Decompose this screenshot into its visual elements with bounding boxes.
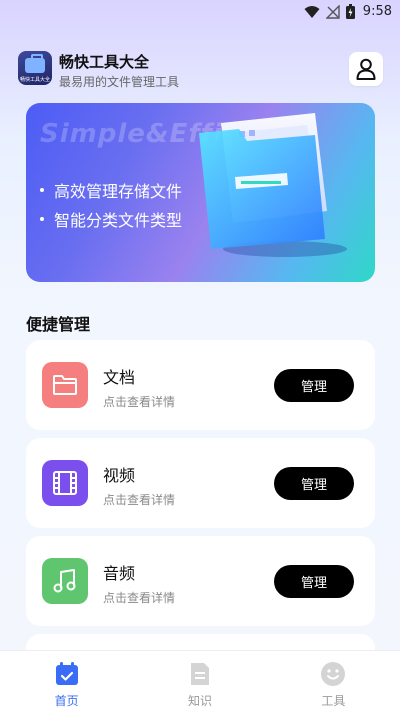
card-title: 视频 bbox=[103, 466, 136, 485]
card-title: 音频 bbox=[103, 564, 136, 583]
app-logo-caption: 畅快工具大全 bbox=[19, 77, 50, 83]
wifi-icon bbox=[304, 5, 320, 18]
folder-illustration bbox=[199, 113, 347, 257]
banner-feature-text: 智能分类文件类型 bbox=[54, 211, 183, 230]
bullet-dot bbox=[40, 188, 44, 192]
profile-button[interactable] bbox=[349, 52, 383, 86]
video-category-icon bbox=[42, 460, 88, 506]
banner-feature-2: 智能分类文件类型 bbox=[40, 207, 182, 231]
app-logo: 畅快工具大全 bbox=[18, 51, 52, 85]
nav-item-home[interactable]: 首页 bbox=[0, 651, 133, 712]
category-card-document[interactable]: 文档 点击查看详情 管理 bbox=[26, 340, 375, 430]
card-description: 点击查看详情 bbox=[103, 493, 176, 507]
card-description: 点击查看详情 bbox=[103, 395, 176, 409]
banner-feature-1: 高效管理存储文件 bbox=[40, 178, 182, 202]
status-icons: 9:58 bbox=[304, 4, 392, 19]
briefcase-icon bbox=[25, 54, 45, 73]
manage-button[interactable]: 管理 bbox=[274, 467, 354, 500]
bullet-dot bbox=[40, 217, 44, 221]
nav-label: 工具 bbox=[321, 694, 346, 708]
music-note-icon bbox=[53, 569, 76, 593]
audio-category-icon bbox=[42, 558, 88, 604]
nav-item-knowledge[interactable]: 知识 bbox=[133, 651, 266, 712]
category-card-audio[interactable]: 音频 点击查看详情 管理 bbox=[26, 536, 375, 626]
document-category-icon bbox=[42, 362, 88, 408]
manage-button[interactable]: 管理 bbox=[274, 565, 354, 598]
app-subtitle: 最易用的文件管理工具 bbox=[59, 75, 180, 89]
nav-item-tools[interactable]: 工具 bbox=[267, 651, 400, 712]
promo-banner[interactable]: Simple&Effi 高效管理存储文件 智能分类文件类型 bbox=[26, 103, 375, 282]
section-title: 便捷管理 bbox=[26, 315, 91, 334]
battery-icon bbox=[345, 4, 355, 19]
bottom-navigation: 首页 知识 工具 bbox=[0, 650, 400, 712]
nav-label: 首页 bbox=[54, 694, 79, 708]
film-icon bbox=[53, 471, 77, 495]
status-time: 9:58 bbox=[362, 4, 392, 19]
manage-button[interactable]: 管理 bbox=[274, 369, 354, 402]
card-description: 点击查看详情 bbox=[103, 591, 176, 605]
no-signal-icon bbox=[325, 4, 340, 19]
document-icon bbox=[190, 663, 209, 685]
status-bar: 9:58 bbox=[0, 0, 400, 26]
app-title: 畅快工具大全 bbox=[59, 53, 150, 71]
card-title: 文档 bbox=[103, 368, 136, 387]
category-card-video[interactable]: 视频 点击查看详情 管理 bbox=[26, 438, 375, 528]
user-icon bbox=[356, 58, 376, 80]
banner-feature-text: 高效管理存储文件 bbox=[54, 182, 183, 201]
nav-label: 知识 bbox=[187, 694, 212, 708]
smile-icon bbox=[321, 662, 346, 686]
calendar-check-icon bbox=[55, 662, 78, 685]
folder-icon bbox=[53, 375, 77, 395]
